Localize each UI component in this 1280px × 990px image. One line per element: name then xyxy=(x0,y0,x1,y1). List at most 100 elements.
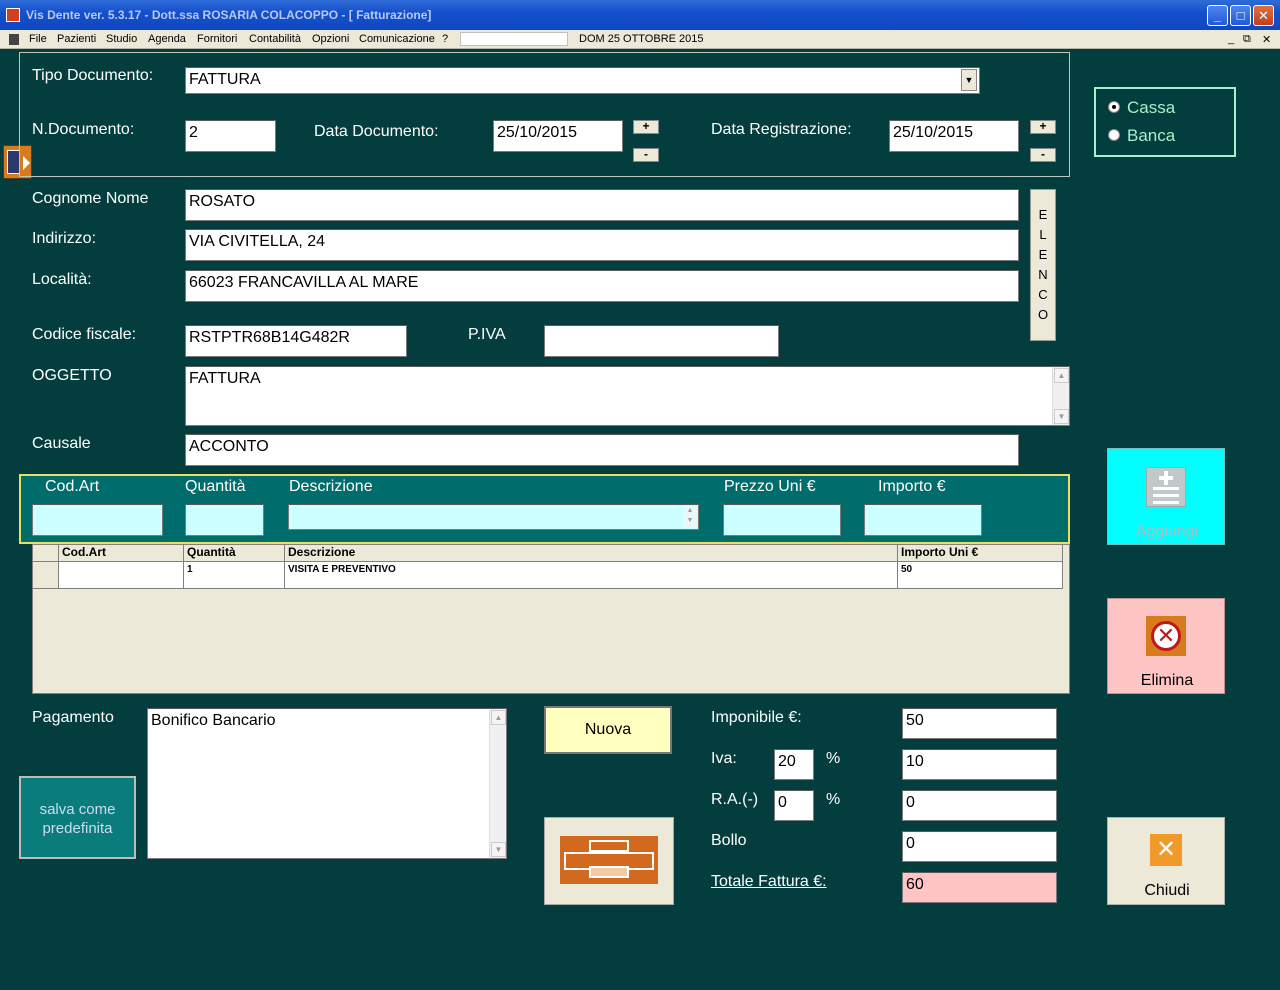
grid-header-cod-art[interactable]: Cod.Art xyxy=(59,545,184,562)
grid-cell-descrizione[interactable]: VISITA E PREVENTIVO xyxy=(285,562,898,589)
entry-importo-label: Importo € xyxy=(878,478,946,495)
salva-line-2: predefinita xyxy=(42,820,113,837)
scroll-up-icon[interactable]: ▲ xyxy=(1054,368,1069,383)
totale-fattura-label[interactable]: Totale Fattura €: xyxy=(711,873,827,891)
entry-importo-input[interactable] xyxy=(864,504,982,536)
menu-file[interactable]: File xyxy=(29,33,47,45)
iva-percent-input[interactable]: 20 xyxy=(774,749,814,780)
elenco-button[interactable]: E L E N C O xyxy=(1030,189,1056,341)
tipo-documento-select[interactable]: FATTURA ▼ xyxy=(185,67,980,94)
causale-input[interactable]: ACCONTO xyxy=(185,434,1019,466)
pagamento-value: Bonifico Bancario xyxy=(151,712,276,729)
scroll-down-icon[interactable]: ▼ xyxy=(491,842,506,857)
data-documento-input[interactable]: 25/10/2015 xyxy=(493,120,623,152)
imponibile-label: Imponibile €: xyxy=(711,709,802,726)
pagamento-scrollbar[interactable]: ▲ ▼ xyxy=(489,709,506,858)
data-registrazione-label: Data Registrazione: xyxy=(711,121,852,138)
grid-header-quantita[interactable]: Quantità xyxy=(184,545,285,562)
radio-cassa[interactable] xyxy=(1108,101,1120,113)
scroll-down-icon[interactable]: ▼ xyxy=(1054,409,1069,424)
pagamento-textarea[interactable]: Bonifico Bancario ▲ ▼ xyxy=(147,708,507,859)
bollo-input[interactable]: 0 xyxy=(902,831,1057,862)
imponibile-input[interactable]: 50 xyxy=(902,708,1057,739)
menu-opzioni[interactable]: Opzioni xyxy=(312,33,349,45)
grid-cell-cod-art[interactable] xyxy=(59,562,184,589)
grid-cell-quantita[interactable]: 1 xyxy=(184,562,285,589)
entry-cod-art-input[interactable] xyxy=(32,504,163,536)
print-button[interactable] xyxy=(544,817,674,905)
bollo-label: Bollo xyxy=(711,832,747,849)
piva-input[interactable] xyxy=(544,325,779,357)
iva-label: Iva: xyxy=(711,750,737,767)
elenco-letter: L xyxy=(1039,227,1047,242)
codice-fiscale-label: Codice fiscale: xyxy=(32,326,137,343)
scroll-up-icon[interactable]: ▲ xyxy=(683,506,697,516)
cognome-nome-input[interactable]: ROSATO xyxy=(185,189,1019,221)
window-title: Vis Dente ver. 5.3.17 - Dott.ssa ROSARIA… xyxy=(26,8,432,22)
chiudi-button[interactable]: ✕ Chiudi xyxy=(1107,817,1225,905)
grid-row-selector[interactable] xyxy=(33,562,59,589)
ra-label: R.A.(-) xyxy=(711,791,759,808)
menu-comunicazione[interactable]: Comunicazione xyxy=(359,33,435,45)
iva-percent-symbol: % xyxy=(826,750,841,767)
oggetto-textarea[interactable]: FATTURA ▲ ▼ xyxy=(185,366,1070,426)
menu-fornitori[interactable]: Fornitori xyxy=(197,33,237,45)
salva-line-1: salva come xyxy=(39,801,116,818)
scroll-down-icon[interactable]: ▼ xyxy=(683,516,697,526)
aggiungi-button[interactable]: Aggiungi xyxy=(1107,448,1225,545)
menu-search-field[interactable] xyxy=(460,32,568,46)
maximize-button[interactable]: □ xyxy=(1230,5,1251,26)
grid-header-importo[interactable]: Importo Uni € xyxy=(898,545,1063,562)
data-documento-minus-button[interactable]: - xyxy=(633,148,659,162)
localita-input[interactable]: 66023 FRANCAVILLA AL MARE xyxy=(185,270,1019,302)
oggetto-scrollbar[interactable]: ▲ ▼ xyxy=(1052,367,1069,425)
salva-predefinita-button[interactable]: salva come predefinita xyxy=(19,776,136,859)
entry-descrizione-label: Descrizione xyxy=(289,478,373,495)
entry-descrizione-scrollbar[interactable]: ▲ ▼ xyxy=(683,506,697,528)
data-documento-plus-button[interactable]: + xyxy=(633,120,659,134)
mdi-minimize-button[interactable]: _ xyxy=(1228,33,1234,45)
numero-documento-input[interactable]: 2 xyxy=(185,120,276,152)
minimize-button[interactable]: _ xyxy=(1207,5,1228,26)
totale-fattura-input[interactable]: 60 xyxy=(902,872,1057,903)
iva-value-input[interactable]: 10 xyxy=(902,749,1057,780)
grid-header-descrizione[interactable]: Descrizione xyxy=(285,545,898,562)
mdi-close-button[interactable]: ✕ xyxy=(1262,33,1271,46)
grid-cell-importo[interactable]: 50 xyxy=(898,562,1063,589)
radio-cassa-label[interactable]: Cassa xyxy=(1127,98,1175,118)
printer-paper xyxy=(589,840,629,852)
chiudi-label: Chiudi xyxy=(1144,882,1190,899)
printer-tray xyxy=(589,866,629,878)
menu-help[interactable]: ? xyxy=(442,33,448,45)
indirizzo-input[interactable]: VIA CIVITELLA, 24 xyxy=(185,229,1019,261)
data-registrazione-minus-button[interactable]: - xyxy=(1030,148,1056,162)
elimina-button[interactable]: ✕ Elimina xyxy=(1107,598,1225,694)
radio-banca-label[interactable]: Banca xyxy=(1127,126,1175,146)
scroll-up-icon[interactable]: ▲ xyxy=(491,710,506,725)
menu-contabilita[interactable]: Contabilità xyxy=(249,33,301,45)
menu-pazienti[interactable]: Pazienti xyxy=(57,33,96,45)
ra-value-input[interactable]: 0 xyxy=(902,790,1057,821)
oggetto-value: FATTURA xyxy=(189,370,261,387)
entry-prezzo-input[interactable] xyxy=(723,504,841,536)
entry-quantita-input[interactable] xyxy=(185,504,264,536)
nuova-button[interactable]: Nuova xyxy=(544,706,672,754)
data-registrazione-input[interactable]: 25/10/2015 xyxy=(889,120,1019,152)
add-list-line xyxy=(1153,494,1179,497)
items-grid[interactable]: Cod.Art Quantità Descrizione Importo Uni… xyxy=(32,544,1070,694)
app-icon xyxy=(6,8,20,22)
entry-prezzo-label: Prezzo Uni € xyxy=(724,478,816,495)
chevron-down-icon[interactable]: ▼ xyxy=(961,69,977,91)
codice-fiscale-input[interactable]: RSTPTR68B14G482R xyxy=(185,325,407,357)
menu-studio[interactable]: Studio xyxy=(106,33,137,45)
mdi-restore-button[interactable]: ⧉ xyxy=(1243,33,1251,46)
title-bar: Vis Dente ver. 5.3.17 - Dott.ssa ROSARIA… xyxy=(0,0,1280,30)
close-window-button[interactable]: ✕ xyxy=(1253,5,1274,26)
radio-banca[interactable] xyxy=(1108,129,1120,141)
elenco-letter: O xyxy=(1037,307,1049,322)
menu-agenda[interactable]: Agenda xyxy=(148,33,186,45)
ra-percent-input[interactable]: 0 xyxy=(774,790,814,821)
data-registrazione-plus-button[interactable]: + xyxy=(1030,120,1056,134)
elenco-letter: E xyxy=(1038,207,1048,222)
entry-descrizione-input[interactable]: ▲ ▼ xyxy=(288,504,699,530)
